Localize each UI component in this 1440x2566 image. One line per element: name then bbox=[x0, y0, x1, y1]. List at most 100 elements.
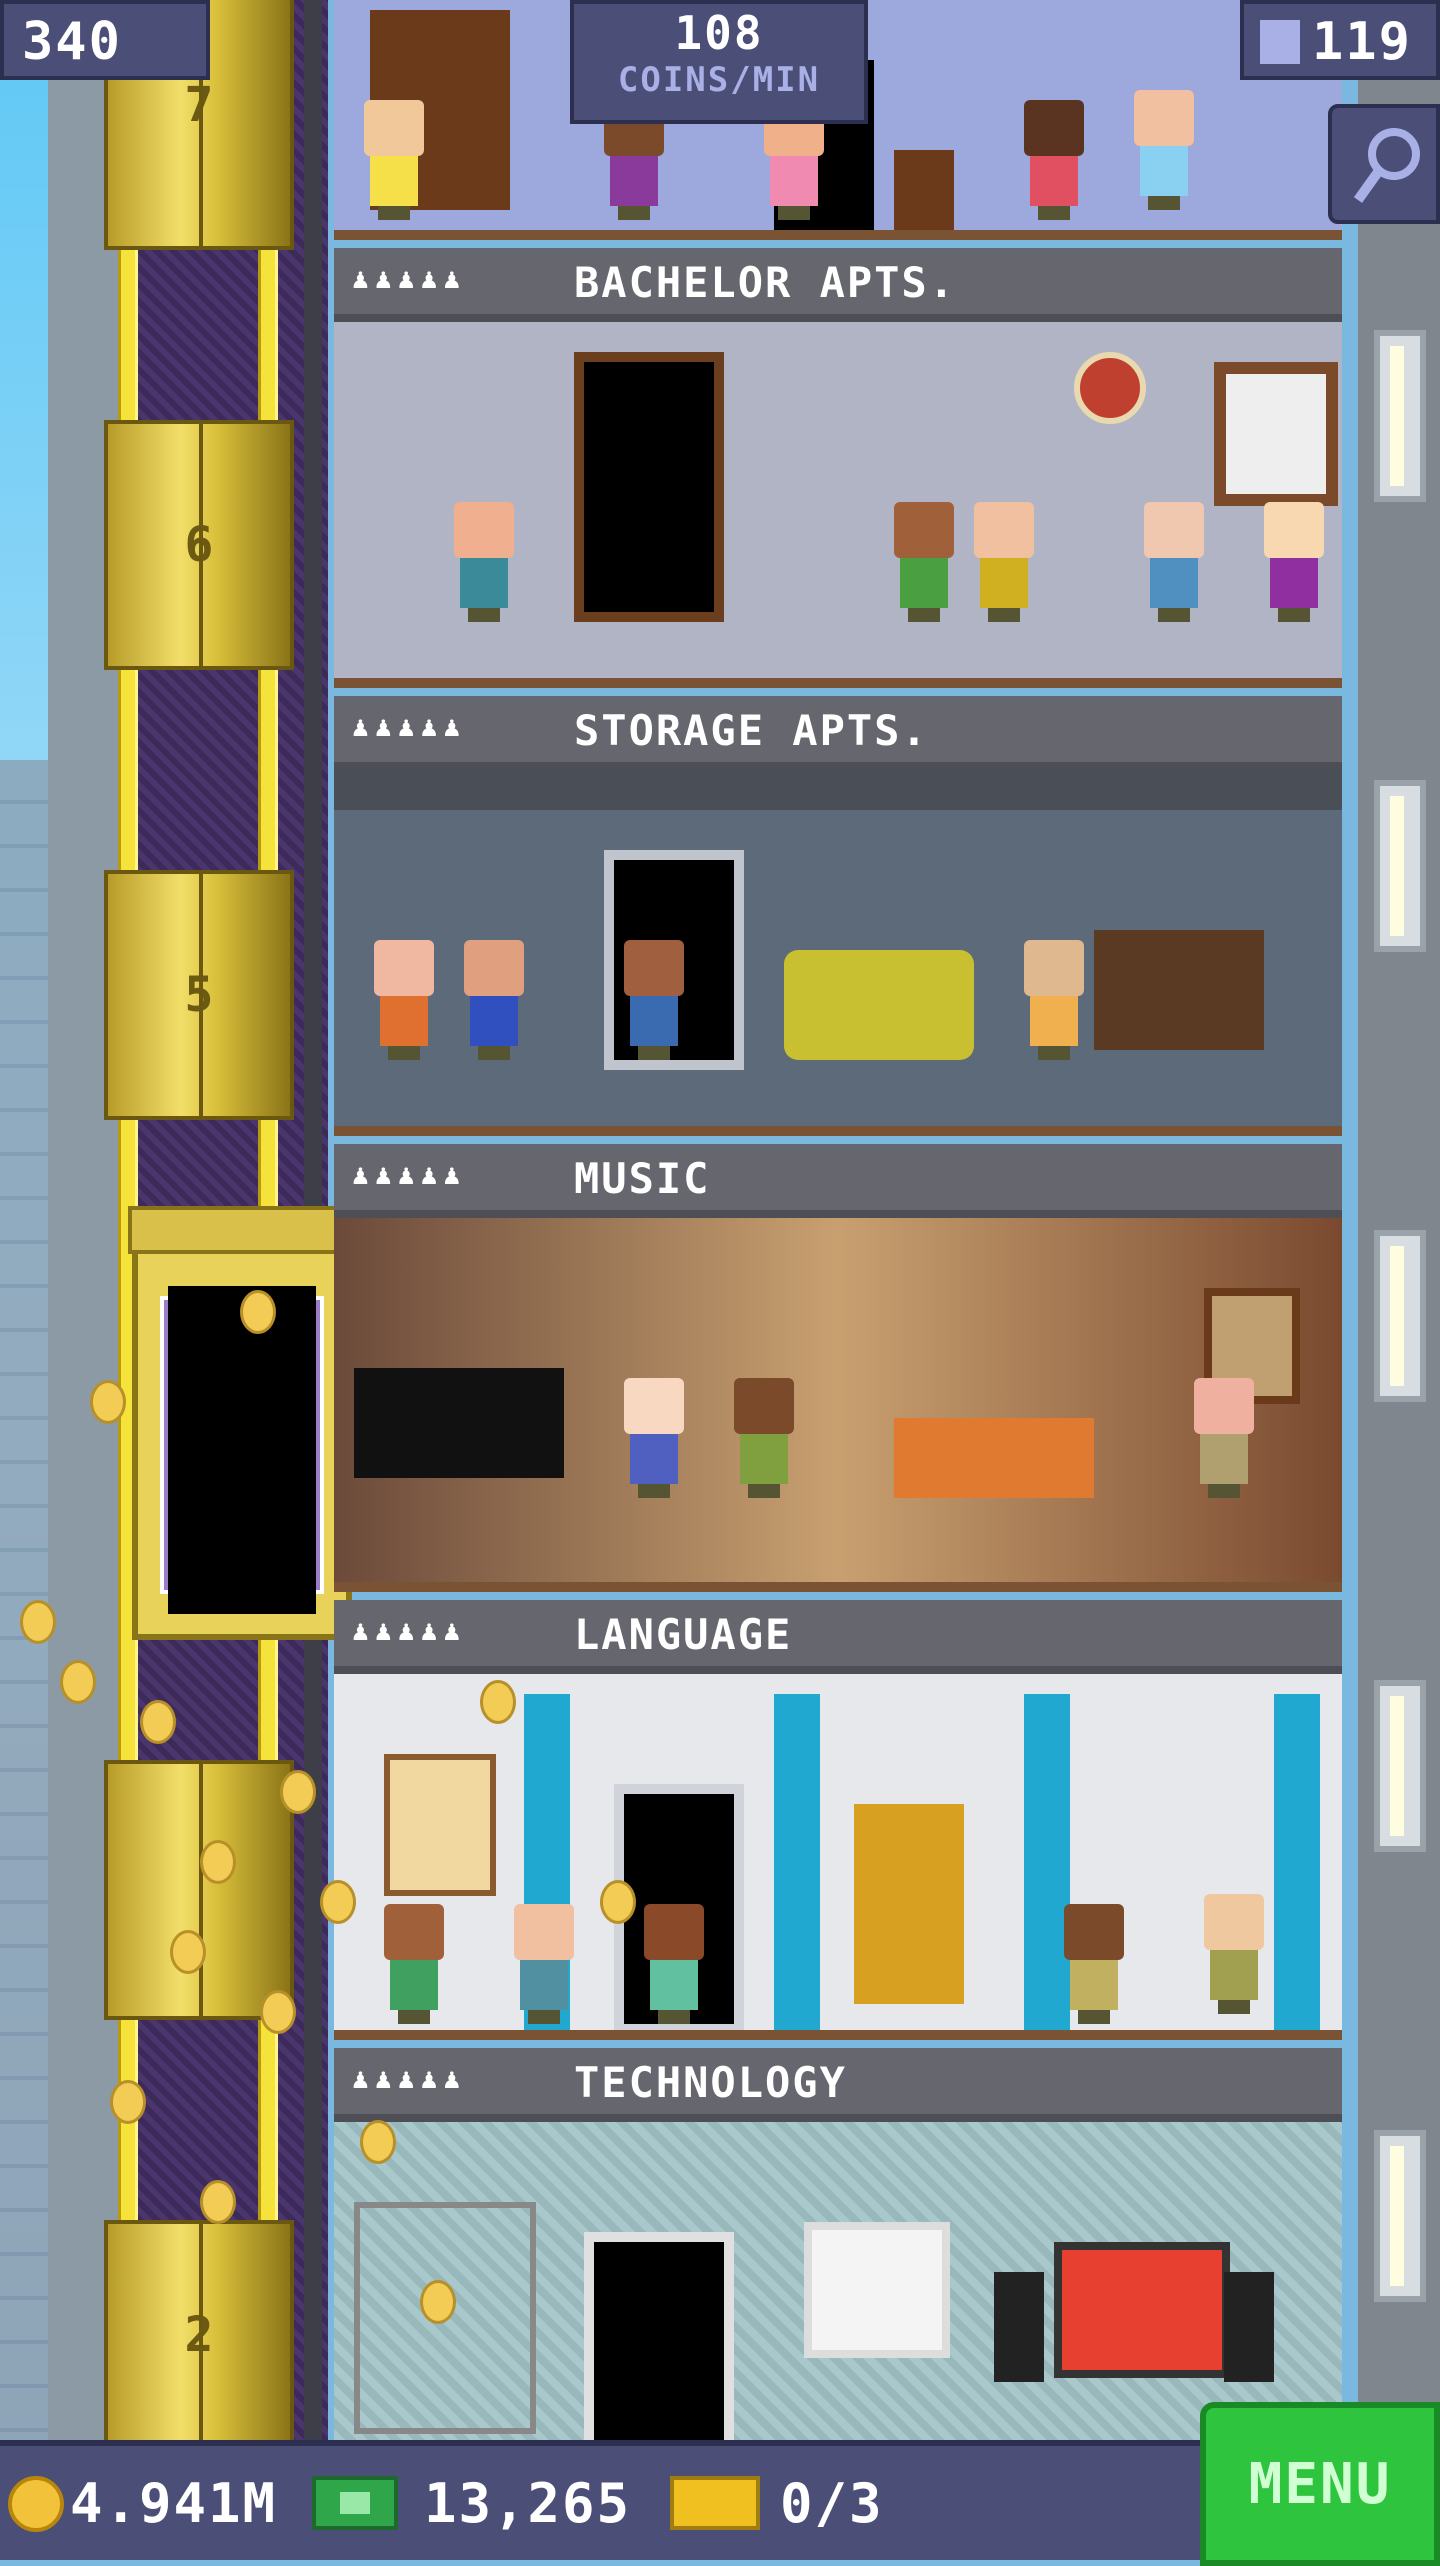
golden-throne bbox=[854, 1804, 964, 2004]
hieroglyph-scroll bbox=[384, 1754, 496, 1896]
flying-coin[interactable] bbox=[280, 1770, 316, 1814]
resident[interactable] bbox=[384, 1904, 444, 2024]
ceiling-pipes bbox=[334, 770, 1342, 810]
side-table bbox=[894, 150, 954, 230]
resident[interactable] bbox=[1134, 90, 1194, 210]
floor-name: LANGUAGE bbox=[574, 1610, 793, 1659]
coins-value: 4.941M bbox=[70, 2472, 278, 2535]
residents-icons: ♟♟♟♟♟ bbox=[352, 2062, 467, 2095]
residents-icons: ♟♟♟♟♟ bbox=[352, 1158, 467, 1191]
flying-coin[interactable] bbox=[260, 1990, 296, 2034]
menu-label: MENU bbox=[1248, 2452, 1392, 2517]
residents-icons: ♟♟♟♟♟ bbox=[352, 262, 467, 295]
resident[interactable] bbox=[514, 1904, 574, 2024]
floor-room bbox=[334, 1674, 1342, 2040]
flying-coin[interactable] bbox=[110, 2080, 146, 2124]
ticket-icon bbox=[670, 2476, 760, 2530]
floor-room bbox=[334, 1218, 1342, 1592]
flying-coin[interactable] bbox=[170, 1930, 206, 1974]
flying-coin[interactable] bbox=[200, 2180, 236, 2224]
resident[interactable] bbox=[1204, 1894, 1264, 2014]
floor-label-bar: ♟♟♟♟♟ BACHELOR APTS. bbox=[334, 248, 1342, 322]
wall-window bbox=[1374, 2130, 1426, 2302]
floor-number: 5 bbox=[184, 967, 214, 1023]
elevator-doorway bbox=[168, 1286, 316, 1614]
floor-number: 2 bbox=[184, 2307, 214, 2363]
flying-coin[interactable] bbox=[200, 1840, 236, 1884]
resident[interactable] bbox=[1264, 502, 1324, 622]
floor-name: MUSIC bbox=[574, 1154, 711, 1203]
resident[interactable] bbox=[974, 502, 1034, 622]
floor-label-bar: ♟♟♟♟♟ TECHNOLOGY bbox=[334, 2048, 1342, 2122]
flying-coin[interactable] bbox=[20, 1600, 56, 1644]
doorway bbox=[584, 2232, 734, 2440]
resident[interactable] bbox=[1024, 940, 1084, 1060]
doorway bbox=[574, 352, 724, 622]
flying-coin[interactable] bbox=[320, 1880, 356, 1924]
elevator-stop-floor[interactable] bbox=[104, 1760, 294, 2020]
resident[interactable] bbox=[1024, 100, 1084, 220]
bottom-status-bar: 4.941M 13,265 0/3 MENU bbox=[0, 2402, 1440, 2566]
income-unit: COINS/MIN bbox=[617, 60, 821, 100]
tv-stand bbox=[1094, 930, 1264, 1050]
floor-number: 6 bbox=[184, 517, 214, 573]
flying-coin[interactable] bbox=[480, 1680, 516, 1724]
population-value: 340 bbox=[22, 12, 122, 72]
floor-storage-apts[interactable]: ♟♟♟♟♟ STORAGE APTS. bbox=[334, 696, 1342, 1136]
flying-coin[interactable] bbox=[360, 2120, 396, 2164]
floor-label-bar: ♟♟♟♟♟ MUSIC bbox=[334, 1144, 1342, 1218]
flying-coin[interactable] bbox=[140, 1700, 176, 1744]
grand-piano bbox=[354, 1368, 564, 1478]
wall-window bbox=[1374, 1680, 1426, 1852]
floor-count-display[interactable]: 119 bbox=[1240, 0, 1440, 80]
resident[interactable] bbox=[464, 940, 524, 1060]
resident[interactable] bbox=[624, 1378, 684, 1498]
resident[interactable] bbox=[454, 502, 514, 622]
floor-name: BACHELOR APTS. bbox=[574, 258, 957, 307]
elevator-shaft[interactable]: 7 6 5 2 bbox=[48, 0, 356, 2450]
flying-coin[interactable] bbox=[600, 1880, 636, 1924]
residents-icons: ♟♟♟♟♟ bbox=[352, 710, 467, 743]
elevator-stop-floor[interactable]: 2 bbox=[104, 2220, 294, 2450]
dartboard bbox=[1074, 352, 1146, 424]
resident[interactable] bbox=[894, 502, 954, 622]
computer-monitor bbox=[1054, 2242, 1230, 2378]
flying-coin[interactable] bbox=[240, 1290, 276, 1334]
speaker bbox=[994, 2272, 1044, 2382]
speaker bbox=[1224, 2272, 1274, 2382]
resident[interactable] bbox=[374, 940, 434, 1060]
floor-room bbox=[334, 770, 1342, 1136]
flying-coin[interactable] bbox=[60, 1660, 96, 1704]
elevator-stop-floor[interactable]: 5 bbox=[104, 870, 294, 1120]
flying-coin[interactable] bbox=[420, 2280, 456, 2324]
resident[interactable] bbox=[734, 1378, 794, 1498]
resident[interactable] bbox=[1194, 1378, 1254, 1498]
menu-button[interactable]: MENU bbox=[1200, 2402, 1440, 2566]
resident[interactable] bbox=[624, 940, 684, 1060]
floor-label-bar: ♟♟♟♟♟ STORAGE APTS. bbox=[334, 696, 1342, 770]
resident[interactable] bbox=[364, 100, 424, 220]
residents-icons: ♟♟♟♟♟ bbox=[352, 1614, 467, 1647]
resident[interactable] bbox=[1064, 1904, 1124, 2024]
income-rate-display[interactable]: 108 COINS/MIN bbox=[570, 0, 868, 124]
floor-room bbox=[334, 322, 1342, 688]
search-floor-button[interactable] bbox=[1328, 104, 1440, 224]
floor-name: STORAGE APTS. bbox=[574, 706, 929, 755]
sofa bbox=[784, 950, 974, 1060]
wall-window bbox=[1374, 330, 1426, 502]
floor-technology[interactable]: ♟♟♟♟♟ TECHNOLOGY bbox=[334, 2048, 1342, 2440]
tower-floors: ♟♟♟♟♟ BACHELOR APTS. ♟♟♟♟♟ STORAGE APTS. bbox=[316, 0, 1360, 2440]
coin-icon bbox=[8, 2476, 64, 2532]
elevator-stop-floor[interactable]: 6 bbox=[104, 420, 294, 670]
floor-music[interactable]: ♟♟♟♟♟ MUSIC bbox=[334, 1144, 1342, 1592]
population-counter[interactable]: 340 bbox=[0, 0, 210, 80]
floor-language[interactable]: ♟♟♟♟♟ LANGUAGE bbox=[334, 1600, 1342, 2040]
bux-icon bbox=[312, 2476, 398, 2530]
wall-window bbox=[1374, 780, 1426, 952]
building-icon bbox=[1260, 20, 1300, 64]
floor-bachelor-apts[interactable]: ♟♟♟♟♟ BACHELOR APTS. bbox=[334, 248, 1342, 688]
flying-coin[interactable] bbox=[90, 1380, 126, 1424]
resident[interactable] bbox=[1144, 502, 1204, 622]
floor-number: 7 bbox=[184, 77, 214, 133]
resident[interactable] bbox=[644, 1904, 704, 2024]
